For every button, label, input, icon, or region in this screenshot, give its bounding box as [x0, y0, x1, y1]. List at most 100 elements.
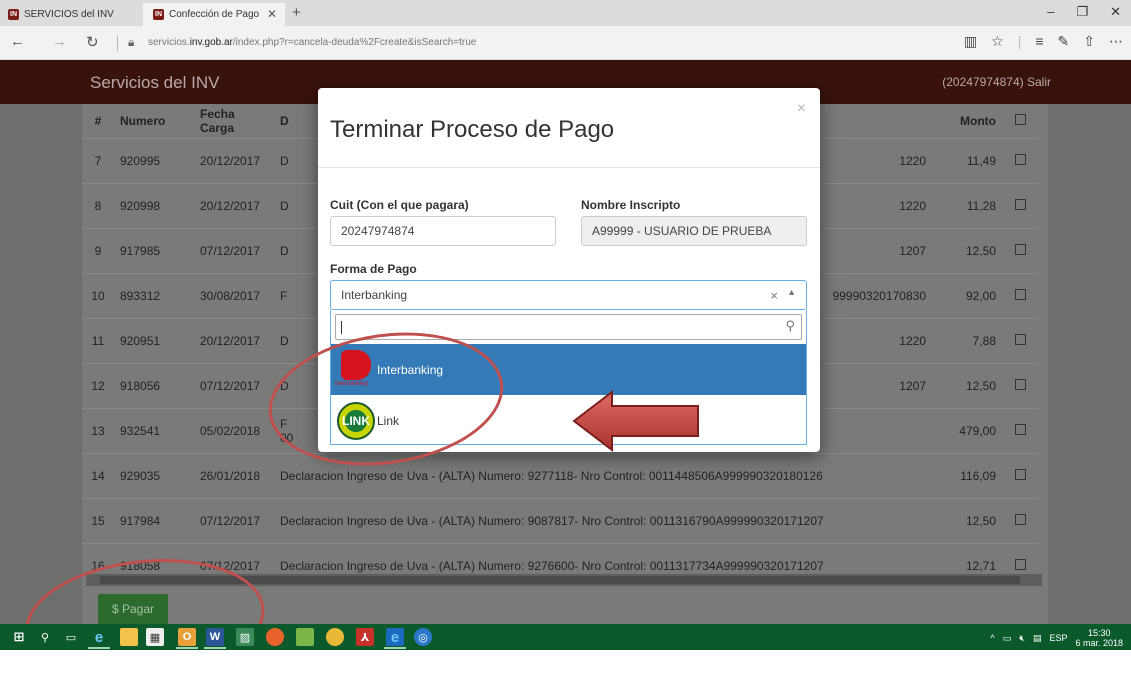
row-numero: 917984 [114, 497, 194, 543]
pdf-icon[interactable]: ⅄ [356, 628, 374, 646]
forward-icon[interactable]: → [52, 33, 67, 50]
row-control-suffix: 1220 [899, 153, 926, 168]
row-fecha: 30/08/2017 [194, 272, 274, 318]
row-monto: 7,88 [932, 317, 1002, 363]
word-icon[interactable]: W [206, 628, 224, 646]
more-icon[interactable]: ⋯ [1109, 33, 1123, 50]
row-fecha: 26/01/2018 [194, 452, 274, 498]
chevron-up-icon[interactable]: ▲ [787, 287, 796, 297]
browser-tab-bar: IN SERVICIOS del INV IN Confección de Pa… [0, 0, 1131, 26]
language-indicator[interactable]: ESP [1049, 633, 1067, 643]
row-control-suffix: 1220 [899, 333, 926, 348]
tray-chevron-icon[interactable]: ^ [991, 633, 995, 643]
row-numero: 920998 [114, 182, 194, 228]
row-index: 9 [82, 227, 114, 273]
reading-view-icon[interactable]: ▥ [964, 33, 977, 50]
row-numero: 932541 [114, 407, 194, 453]
row-fecha: 07/12/2017 [194, 227, 274, 273]
inv-favicon-icon: IN [8, 9, 19, 20]
row-numero: 917985 [114, 227, 194, 273]
search-icon[interactable]: ⚲ [36, 628, 54, 646]
forma-pago-select[interactable]: Interbanking × ▲ [330, 280, 807, 310]
tab-confeccion-pago[interactable]: IN Confección de Pago ✕ [143, 3, 285, 26]
ie-icon[interactable]: e [90, 628, 108, 646]
row-checkbox[interactable] [1002, 452, 1038, 498]
separator [117, 35, 118, 51]
file-explorer-icon[interactable] [120, 628, 138, 646]
search-icon: ⚲ [785, 318, 795, 333]
modal-header: Terminar Proceso de Pago × [318, 88, 820, 168]
selected-value: Interbanking [341, 288, 408, 302]
photos-icon[interactable]: ▨ [236, 628, 254, 646]
running-indicator [88, 647, 110, 649]
row-index: 13 [82, 407, 114, 453]
notification-icon[interactable]: ▤ [1033, 633, 1042, 644]
favorite-star-icon[interactable]: ☆ [991, 33, 1004, 50]
row-monto: 92,00 [932, 272, 1002, 318]
row-checkbox[interactable] [1002, 362, 1038, 408]
row-fecha: 20/12/2017 [194, 317, 274, 363]
row-monto: 11,49 [932, 137, 1002, 183]
cuit-label: Cuit (Con el que pagara) [330, 198, 469, 212]
row-fecha: 20/12/2017 [194, 137, 274, 183]
url-field[interactable]: servicios.inv.gob.ar/index.php?r=cancela… [148, 37, 476, 48]
col-fecha-carga: Fecha Carga [200, 106, 235, 135]
row-checkbox[interactable] [1002, 497, 1038, 543]
nombre-label: Nombre Inscripto [581, 198, 681, 212]
tab-label: SERVICIOS del INV [24, 9, 114, 20]
new-tab-icon[interactable]: + [292, 4, 301, 21]
select-all-checkbox[interactable] [1002, 104, 1038, 138]
clock[interactable]: 15:30 6 mar. 2018 [1075, 628, 1123, 648]
row-index: 15 [82, 497, 114, 543]
close-icon[interactable]: × [797, 100, 806, 118]
row-checkbox[interactable] [1002, 407, 1038, 453]
row-monto: 12,50 [932, 362, 1002, 408]
web-note-icon[interactable]: ✎ [1058, 33, 1070, 50]
calculator-icon[interactable]: ▦ [146, 628, 164, 646]
tab-servicios[interactable]: IN SERVICIOS del INV [8, 3, 138, 26]
outlook-icon[interactable]: O [178, 628, 196, 646]
row-descripcion: Declaracion Ingreso de Uva - (ALTA) Nume… [274, 497, 932, 543]
text-caret [341, 321, 342, 334]
row-checkbox[interactable] [1002, 137, 1038, 183]
row-checkbox[interactable] [1002, 272, 1038, 318]
folder-icon[interactable] [296, 628, 314, 646]
windows-start-icon[interactable]: ⊞ [10, 628, 28, 646]
share-icon[interactable]: ⇧ [1083, 33, 1095, 50]
table-row: 14 929035 26/01/2018 Declaracion Ingreso de… [82, 452, 1038, 498]
refresh-icon[interactable]: ↻ [86, 33, 99, 51]
row-checkbox[interactable] [1002, 227, 1038, 273]
lock-icon: 🔒︎ [128, 35, 135, 49]
back-icon[interactable]: ← [10, 33, 25, 50]
address-bar: ← → ↻ 🔒︎ servicios.inv.gob.ar/index.php?… [0, 26, 1131, 60]
task-view-icon[interactable]: ▭ [62, 628, 80, 646]
close-tab-icon[interactable]: ✕ [267, 7, 277, 21]
close-window-icon[interactable]: ✕ [1110, 4, 1121, 20]
firefox-icon[interactable] [266, 628, 284, 646]
restore-icon[interactable]: ❐ [1076, 4, 1088, 20]
row-index: 12 [82, 362, 114, 408]
app-icon[interactable]: ◎ [414, 628, 432, 646]
row-checkbox[interactable] [1002, 317, 1038, 363]
cuit-input[interactable]: 20247974874 [330, 216, 556, 246]
row-monto: 12,50 [932, 227, 1002, 273]
network-icon[interactable]: ▭ [1003, 633, 1012, 644]
col-monto: Monto [960, 113, 996, 128]
app-brand[interactable]: Servicios del INV [90, 73, 219, 93]
hub-icon[interactable]: ≡ [1035, 33, 1043, 50]
row-numero: 893312 [114, 272, 194, 318]
window-controls: – ❐ ✕ [1047, 4, 1121, 20]
edge-icon[interactable]: e [386, 628, 404, 646]
clear-icon[interactable]: × [770, 288, 778, 303]
volume-muted-icon[interactable]: 🔇︎ [1019, 633, 1025, 644]
row-control-suffix: 1207 [899, 243, 926, 258]
row-index: 7 [82, 137, 114, 183]
minimize-icon[interactable]: – [1047, 4, 1054, 20]
user-logout-link[interactable]: (20247974874) Salir [942, 75, 1051, 89]
row-monto: 479,00 [932, 407, 1002, 453]
running-indicator [176, 647, 198, 649]
col-numero: Numero [120, 113, 166, 128]
inv-favicon-icon: IN [153, 9, 164, 20]
row-checkbox[interactable] [1002, 182, 1038, 228]
chrome-icon[interactable] [326, 628, 344, 646]
